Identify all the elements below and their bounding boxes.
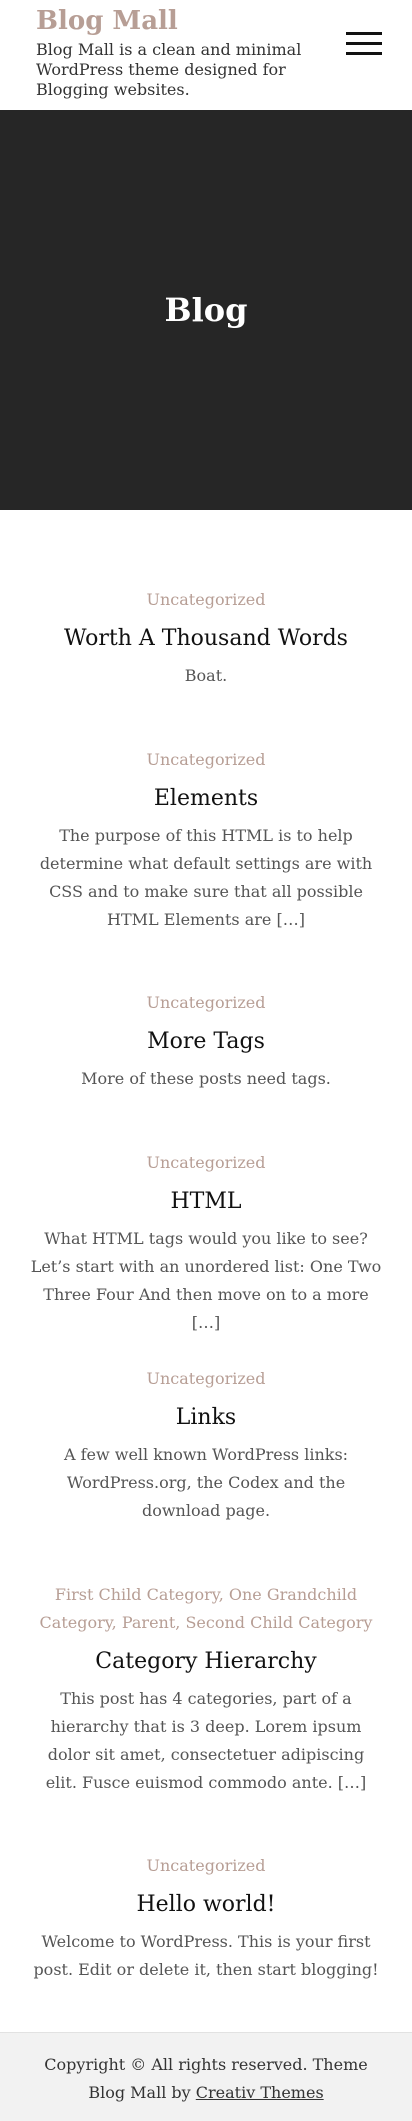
- post-title[interactable]: HTML: [30, 1183, 382, 1221]
- hamburger-menu-icon[interactable]: [346, 30, 382, 58]
- post-categories: Uncategorized: [30, 1149, 382, 1177]
- theme-credit-link[interactable]: Creativ Themes: [196, 2083, 324, 2102]
- post-categories: First Child Category, One Grandchild Cat…: [30, 1581, 382, 1637]
- post-title[interactable]: More Tags: [30, 1023, 382, 1061]
- page-hero: Blog: [0, 110, 412, 510]
- category-separator: ,: [218, 1585, 229, 1604]
- hamburger-line: [346, 52, 382, 55]
- post-excerpt: What HTML tags would you like to see? Le…: [30, 1229, 382, 1332]
- post-item: First Child Category, One Grandchild Cat…: [30, 1581, 382, 1797]
- category-link[interactable]: Uncategorized: [147, 1369, 266, 1388]
- post-excerpt: Welcome to WordPress. This is your first…: [33, 1932, 379, 1979]
- post-categories: Uncategorized: [30, 989, 382, 1017]
- post-list: Uncategorized Worth A Thousand Words Boa…: [0, 510, 412, 2032]
- post-categories: Uncategorized: [30, 586, 382, 614]
- hamburger-line: [346, 42, 382, 45]
- hamburger-line: [346, 32, 382, 35]
- category-link[interactable]: First Child Category: [55, 1585, 219, 1604]
- category-separator: ,: [175, 1613, 186, 1632]
- post-item: Uncategorized More Tags More of these po…: [30, 989, 382, 1093]
- page-title: Blog: [164, 291, 248, 329]
- site-footer: Copyright © All rights reserved. Theme B…: [0, 2032, 412, 2121]
- post-excerpt: Boat.: [184, 666, 228, 685]
- post-item: Uncategorized Worth A Thousand Words Boa…: [30, 586, 382, 690]
- post-item: Uncategorized HTML What HTML tags would …: [30, 1149, 382, 1337]
- site-tagline: Blog Mall is a clean and minimal WordPre…: [36, 40, 302, 99]
- post-categories: Uncategorized: [30, 1365, 382, 1393]
- category-link[interactable]: Uncategorized: [147, 1856, 266, 1875]
- post-title[interactable]: Links: [30, 1399, 382, 1437]
- post-excerpt: The purpose of this HTML is to help dete…: [39, 826, 373, 929]
- post-title[interactable]: Worth A Thousand Words: [30, 620, 382, 658]
- post-item: Uncategorized Links A few well known Wor…: [30, 1365, 382, 1525]
- post-excerpt: More of these posts need tags.: [81, 1069, 331, 1088]
- post-excerpt: This post has 4 categories, part of a hi…: [45, 1689, 367, 1792]
- post-excerpt: A few well known WordPress links: WordPr…: [63, 1445, 349, 1520]
- category-link[interactable]: Uncategorized: [147, 750, 266, 769]
- post-item: Uncategorized Elements The purpose of th…: [30, 746, 382, 934]
- post-categories: Uncategorized: [30, 746, 382, 774]
- category-link[interactable]: Uncategorized: [147, 590, 266, 609]
- post-title[interactable]: Elements: [30, 780, 382, 818]
- category-link[interactable]: Parent: [122, 1613, 175, 1632]
- site-header: Blog Mall Blog Mall is a clean and minim…: [0, 0, 412, 110]
- site-title[interactable]: Blog Mall: [36, 6, 376, 36]
- footer-copyright: Copyright © All rights reserved. Theme B…: [34, 2051, 378, 2107]
- post-item: Uncategorized Hello world! Welcome to Wo…: [30, 1852, 382, 1984]
- category-link[interactable]: Uncategorized: [147, 1153, 266, 1172]
- post-title[interactable]: Hello world!: [30, 1886, 382, 1924]
- category-link[interactable]: Uncategorized: [147, 993, 266, 1012]
- post-title[interactable]: Category Hierarchy: [30, 1643, 382, 1681]
- category-separator: ,: [111, 1613, 122, 1632]
- post-categories: Uncategorized: [30, 1852, 382, 1880]
- category-link[interactable]: Second Child Category: [185, 1613, 372, 1632]
